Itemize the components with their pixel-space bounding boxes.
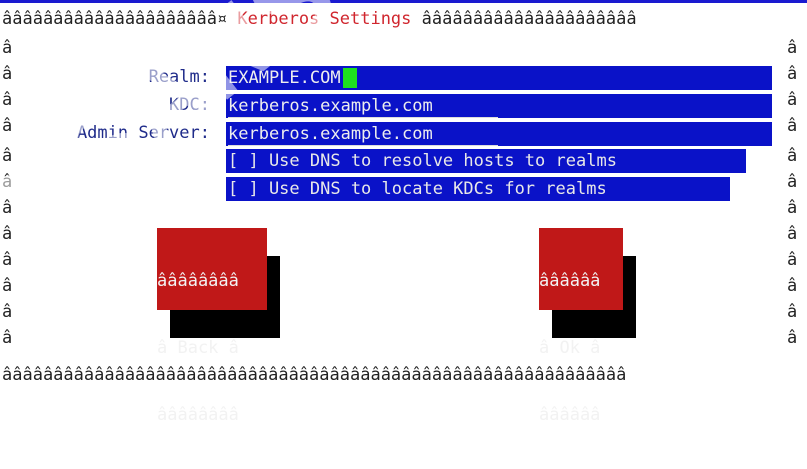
ok-button-label: â Ok â (539, 338, 601, 358)
border-char: â (787, 146, 798, 166)
ok-button-bottom: ââââââ (539, 405, 601, 425)
border-char: â (787, 198, 798, 218)
border-char: â (787, 172, 798, 192)
dns-locate-kdcs-checkbox[interactable]: [ ] Use DNS to locate KDCs for realms (226, 177, 730, 201)
title-border-left: âââââââââââââââââââââ¤ (2, 9, 238, 29)
border-char: â (787, 276, 798, 296)
realm-label: Realm: (148, 67, 210, 87)
border-char: â (2, 302, 13, 322)
border-char: â (2, 116, 13, 136)
dialog-title: Kerberos Settings (237, 9, 412, 29)
border-char: â (787, 224, 798, 244)
title-border-right: âââââââââââââââââââââ (411, 9, 637, 29)
back-button-top: ââââââââ (157, 271, 239, 291)
border-char: â (2, 276, 13, 296)
border-char: â (2, 90, 13, 110)
text-cursor (342, 68, 357, 88)
kdc-value: kerberos.example.com (228, 96, 498, 118)
border-char: â (787, 64, 798, 84)
terminal-screen: âââââââââââââââââââââ¤ Kerberos Settings… (0, 0, 807, 425)
border-char: â (2, 224, 13, 244)
border-char: â (787, 302, 798, 322)
border-char: â (2, 328, 13, 348)
border-char: â (2, 64, 13, 84)
admin-server-label: Admin Server: (76, 123, 210, 143)
back-button-label: â Back â (157, 338, 239, 358)
border-char: â (2, 250, 13, 270)
dialog-title-bar: âââââââââââââââââââââ¤ Kerberos Settings… (2, 6, 807, 32)
border-char: â (787, 90, 798, 110)
kdc-field[interactable]: kerberos.example.com (226, 94, 772, 118)
realm-field[interactable]: EXAMPLE.COM (226, 66, 772, 90)
ok-button[interactable]: ââââââ â Ok â ââââââ (539, 228, 623, 425)
top-border (0, 0, 807, 3)
border-char: â (2, 198, 13, 218)
dns-resolve-hosts-checkbox[interactable]: [ ] Use DNS to resolve hosts to realms (226, 149, 746, 173)
bottom-border: ââââââââââââââââââââââââââââââââââââââââ… (2, 365, 627, 385)
border-char: â (787, 328, 798, 348)
ok-button-top: ââââââ (539, 271, 601, 291)
back-button-bottom: ââââââââ (157, 405, 239, 425)
border-char: â (787, 250, 798, 270)
back-button[interactable]: ââââââââ â Back â ââââââââ (157, 228, 267, 425)
realm-value: EXAMPLE.COM (228, 68, 341, 88)
kdc-label: KDC: (169, 95, 210, 115)
border-char: â (787, 116, 798, 136)
border-char: â (2, 172, 13, 192)
border-char: â (2, 146, 13, 166)
admin-server-value: kerberos.example.com (228, 124, 498, 146)
border-char: â (2, 38, 13, 58)
border-char: â (787, 38, 798, 58)
admin-server-field[interactable]: kerberos.example.com (226, 122, 772, 146)
